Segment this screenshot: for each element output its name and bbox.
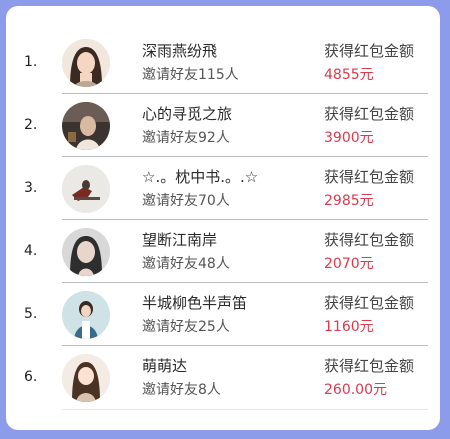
row-divider: [62, 409, 428, 410]
user-avatar[interactable]: [62, 165, 110, 213]
user-avatar[interactable]: [62, 354, 110, 402]
leaderboard-row[interactable]: 1. 深雨燕纷飛 邀请好友115人 获得红包金额 4855元: [6, 33, 440, 95]
rank-number: 5.: [24, 306, 38, 322]
rank-number: 2.: [24, 117, 38, 133]
leaderboard-row[interactable]: 3. ☆.。枕中书.。.☆ 邀请好友70人 获得红包金额 2985元: [6, 159, 440, 221]
user-name: 望断江南岸: [142, 231, 218, 249]
amount-value: 260.00元: [324, 382, 387, 398]
user-avatar[interactable]: [62, 102, 110, 150]
amount-label: 获得红包金额: [324, 294, 415, 312]
amount-value: 3900元: [324, 130, 374, 146]
amount-value: 2985元: [324, 193, 374, 209]
amount-label: 获得红包金额: [324, 105, 415, 123]
leaderboard-card: 1. 深雨燕纷飛 邀请好友115人 获得红包金额 4855元 2. 心的寻觅之旅…: [6, 6, 440, 430]
rank-number: 3.: [24, 180, 38, 196]
amount-value: 4855元: [324, 67, 374, 83]
user-avatar[interactable]: [62, 228, 110, 276]
user-avatar[interactable]: [62, 291, 110, 339]
user-name: ☆.。枕中书.。.☆: [142, 168, 259, 186]
user-name: 半城柳色半声笛: [142, 294, 248, 312]
invite-count: 邀请好友115人: [142, 67, 239, 83]
amount-label: 获得红包金额: [324, 168, 415, 186]
rank-number: 1.: [24, 54, 38, 70]
leaderboard-row[interactable]: 5. 半城柳色半声笛 邀请好友25人 获得红包金额 1160元: [6, 285, 440, 347]
amount-value: 1160元: [324, 319, 374, 335]
row-divider: [62, 219, 428, 220]
amount-label: 获得红包金额: [324, 231, 415, 249]
leaderboard-row[interactable]: 2. 心的寻觅之旅 邀请好友92人 获得红包金额 3900元: [6, 96, 440, 158]
row-divider: [62, 93, 428, 94]
leaderboard-row[interactable]: 6. 萌萌达 邀请好友8人 获得红包金额 260.00元: [6, 348, 440, 410]
user-name: 萌萌达: [142, 357, 188, 375]
invite-count: 邀请好友25人: [142, 319, 230, 335]
rank-number: 4.: [24, 243, 38, 259]
row-divider: [62, 282, 428, 283]
invite-count: 邀请好友8人: [142, 382, 221, 398]
amount-label: 获得红包金额: [324, 42, 415, 60]
invite-count: 邀请好友70人: [142, 193, 230, 209]
leaderboard-row[interactable]: 4. 望断江南岸 邀请好友48人 获得红包金额 2070元: [6, 222, 440, 284]
invite-count: 邀请好友92人: [142, 130, 230, 146]
amount-label: 获得红包金额: [324, 357, 415, 375]
row-divider: [62, 156, 428, 157]
user-name: 心的寻觅之旅: [142, 105, 233, 123]
amount-value: 2070元: [324, 256, 374, 272]
row-divider: [62, 345, 428, 346]
invite-count: 邀请好友48人: [142, 256, 230, 272]
user-avatar[interactable]: [62, 39, 110, 87]
rank-number: 6.: [24, 369, 38, 385]
user-name: 深雨燕纷飛: [142, 42, 218, 60]
